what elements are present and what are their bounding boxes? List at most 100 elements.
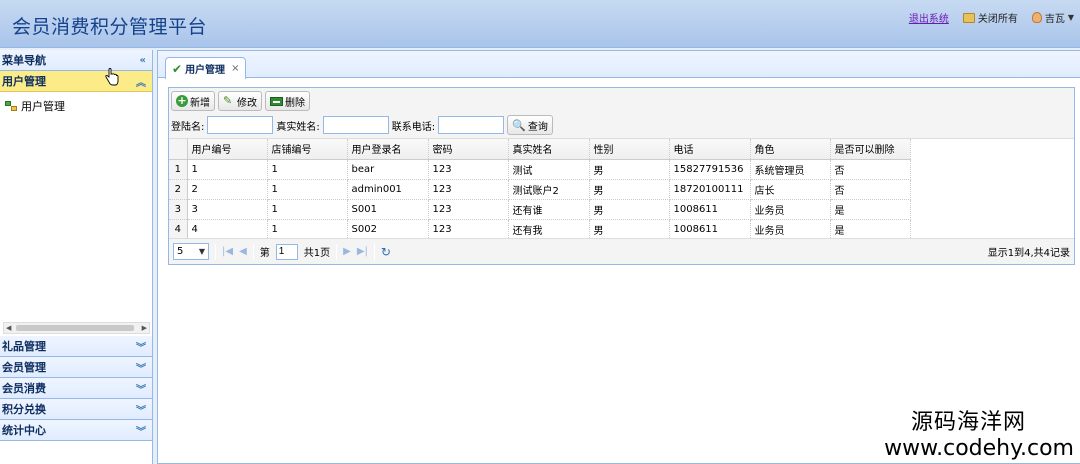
caret-down-icon: ▼ bbox=[198, 247, 205, 256]
hand-cursor-icon bbox=[105, 68, 119, 86]
scroll-thumb[interactable] bbox=[16, 325, 134, 331]
pencil-icon: ✎ bbox=[223, 94, 233, 107]
sidebar-group-label: 会员管理 bbox=[2, 361, 46, 374]
column-header[interactable]: 店铺编号 bbox=[267, 139, 348, 160]
app-header: 会员消费积分管理平台 退出系统 关闭所有 吉瓦 ▼ bbox=[0, 0, 1080, 48]
check-icon: ✔ bbox=[172, 61, 183, 76]
close-all-label: 关闭所有 bbox=[977, 14, 1018, 25]
refresh-icon[interactable]: ↻ bbox=[381, 245, 391, 259]
column-header[interactable]: 真实姓名 bbox=[508, 139, 590, 160]
table-cell: 男 bbox=[589, 199, 670, 220]
chevron-up-icon[interactable]: ︽ bbox=[136, 74, 146, 89]
table-cell: 1 bbox=[187, 159, 268, 180]
column-header[interactable]: 性别 bbox=[589, 139, 670, 160]
horizontal-scrollbar[interactable]: ◀ ▶ bbox=[3, 322, 150, 334]
column-header[interactable]: 角色 bbox=[750, 139, 831, 160]
sidebar-group-points-exchange[interactable]: 积分兑换 ︾ bbox=[0, 399, 152, 420]
column-header[interactable]: 用户编号 bbox=[187, 139, 268, 160]
user-name: 吉瓦 bbox=[1044, 14, 1065, 25]
sidebar-group-consumption[interactable]: 会员消费 ︾ bbox=[0, 378, 152, 399]
page-size-select[interactable]: 5 ▼ bbox=[173, 243, 209, 260]
tab-user-management[interactable]: ✔ 用户管理 × bbox=[165, 57, 247, 79]
table-cell: 2 bbox=[187, 179, 268, 200]
datagrid: + 新增 ✎ 修改 删除 登陆名: 真实姓名: 联系电话: 🔍 查询 用户编号 … bbox=[168, 87, 1075, 265]
phone-input[interactable] bbox=[438, 116, 505, 134]
chevron-down-icon[interactable]: ︾ bbox=[136, 360, 146, 375]
table-row[interactable]: 2 2 1 admin001 123 测试账户2 男 18720100111 店… bbox=[169, 179, 911, 200]
table-cell: 1 bbox=[267, 219, 348, 240]
phone-label: 联系电话: bbox=[391, 121, 436, 133]
table-cell: 1 bbox=[267, 199, 348, 220]
search-icon: 🔍 bbox=[512, 118, 526, 132]
table-cell: 还有我 bbox=[508, 219, 590, 240]
scroll-right-icon[interactable]: ▶ bbox=[142, 323, 147, 333]
row-number: 3 bbox=[169, 199, 188, 220]
table-cell: 否 bbox=[830, 179, 911, 200]
delete-label: 删除 bbox=[285, 97, 305, 109]
collapse-left-icon[interactable]: « bbox=[140, 55, 146, 66]
query-button[interactable]: 🔍 查询 bbox=[507, 115, 553, 135]
watermark-line2: www.codehy.com bbox=[884, 436, 1074, 461]
sidebar-group-gift[interactable]: 礼品管理 ︾ bbox=[0, 336, 152, 357]
login-name-input[interactable] bbox=[207, 116, 274, 134]
first-page-icon[interactable]: |◀ bbox=[222, 246, 233, 257]
chevron-down-icon[interactable]: ︾ bbox=[136, 402, 146, 417]
table-cell: 15827791536 bbox=[669, 159, 751, 180]
sidebar-header: 菜单导航 « bbox=[0, 50, 152, 71]
table-cell: 业务员 bbox=[750, 199, 831, 220]
table-cell: S002 bbox=[347, 219, 429, 240]
table-cell: 是 bbox=[830, 219, 911, 240]
separator bbox=[336, 243, 338, 260]
delete-button[interactable]: 删除 bbox=[265, 91, 310, 111]
row-number-header bbox=[169, 139, 188, 160]
header-actions: 退出系统 关闭所有 吉瓦 ▼ bbox=[909, 10, 1074, 25]
next-page-icon[interactable]: ▶ bbox=[343, 246, 351, 257]
table-cell: 业务员 bbox=[750, 219, 831, 240]
table-row[interactable]: 3 3 1 S001 123 还有谁 男 1008611 业务员 是 bbox=[169, 199, 911, 220]
sidebar-group-statistics[interactable]: 统计中心 ︾ bbox=[0, 420, 152, 441]
separator bbox=[373, 243, 375, 260]
query-label: 查询 bbox=[527, 121, 548, 133]
table-header-row: 用户编号 店铺编号 用户登录名 密码 真实姓名 性别 电话 角色 是否可以删除 bbox=[169, 139, 911, 160]
sidebar-item-user-management[interactable]: 用户管理 bbox=[5, 98, 147, 114]
prev-page-icon[interactable]: ◀ bbox=[239, 246, 247, 257]
edit-button[interactable]: ✎ 修改 bbox=[218, 91, 262, 111]
table-cell: admin001 bbox=[347, 179, 429, 200]
tab-label: 用户管理 bbox=[185, 65, 226, 76]
chevron-down-icon[interactable]: ︾ bbox=[136, 381, 146, 396]
table-cell: 1008611 bbox=[669, 219, 751, 240]
sidebar-title: 菜单导航 bbox=[2, 54, 46, 67]
sidebar-group-user-management[interactable]: 用户管理 ︽ bbox=[0, 71, 152, 92]
last-page-icon[interactable]: ▶| bbox=[357, 246, 368, 257]
table-cell: 1 bbox=[267, 159, 348, 180]
separator bbox=[252, 243, 254, 260]
table-row[interactable]: 1 1 1 bear 123 测试 男 15827791536 系统管理员 否 bbox=[169, 159, 911, 180]
grid-toolbar: + 新增 ✎ 修改 删除 登陆名: 真实姓名: 联系电话: 🔍 查询 bbox=[169, 88, 1074, 139]
watermark: 源码海洋网 www.codehy.com bbox=[884, 404, 1074, 461]
table-row[interactable]: 4 4 1 S002 123 还有我 男 1008611 业务员 是 bbox=[169, 219, 911, 240]
separator bbox=[215, 243, 216, 260]
table-cell: 还有谁 bbox=[508, 199, 590, 220]
close-icon[interactable]: × bbox=[231, 63, 239, 74]
column-header[interactable]: 电话 bbox=[669, 139, 751, 160]
scroll-left-icon[interactable]: ◀ bbox=[6, 323, 11, 333]
sidebar-group-label: 积分兑换 bbox=[2, 403, 46, 416]
page-number-input[interactable] bbox=[275, 243, 298, 260]
column-header[interactable]: 是否可以删除 bbox=[830, 139, 911, 160]
folder-icon bbox=[962, 12, 975, 23]
tab-bar: ✔ 用户管理 × bbox=[158, 51, 1080, 79]
close-all-button[interactable]: 关闭所有 bbox=[962, 10, 1018, 25]
user-icon bbox=[1031, 12, 1042, 23]
add-button[interactable]: + 新增 bbox=[171, 91, 215, 111]
real-name-input[interactable] bbox=[322, 116, 389, 134]
sidebar-group-member[interactable]: 会员管理 ︾ bbox=[0, 357, 152, 378]
user-table: 用户编号 店铺编号 用户登录名 密码 真实姓名 性别 电话 角色 是否可以删除 … bbox=[169, 139, 911, 240]
user-menu[interactable]: 吉瓦 ▼ bbox=[1031, 10, 1074, 25]
real-name-label: 真实姓名: bbox=[276, 121, 320, 133]
logout-link[interactable]: 退出系统 bbox=[909, 10, 949, 25]
table-cell: 18720100111 bbox=[669, 179, 751, 200]
column-header[interactable]: 用户登录名 bbox=[347, 139, 429, 160]
chevron-down-icon[interactable]: ︾ bbox=[136, 339, 146, 354]
chevron-down-icon[interactable]: ︾ bbox=[136, 423, 146, 438]
column-header[interactable]: 密码 bbox=[428, 139, 509, 160]
